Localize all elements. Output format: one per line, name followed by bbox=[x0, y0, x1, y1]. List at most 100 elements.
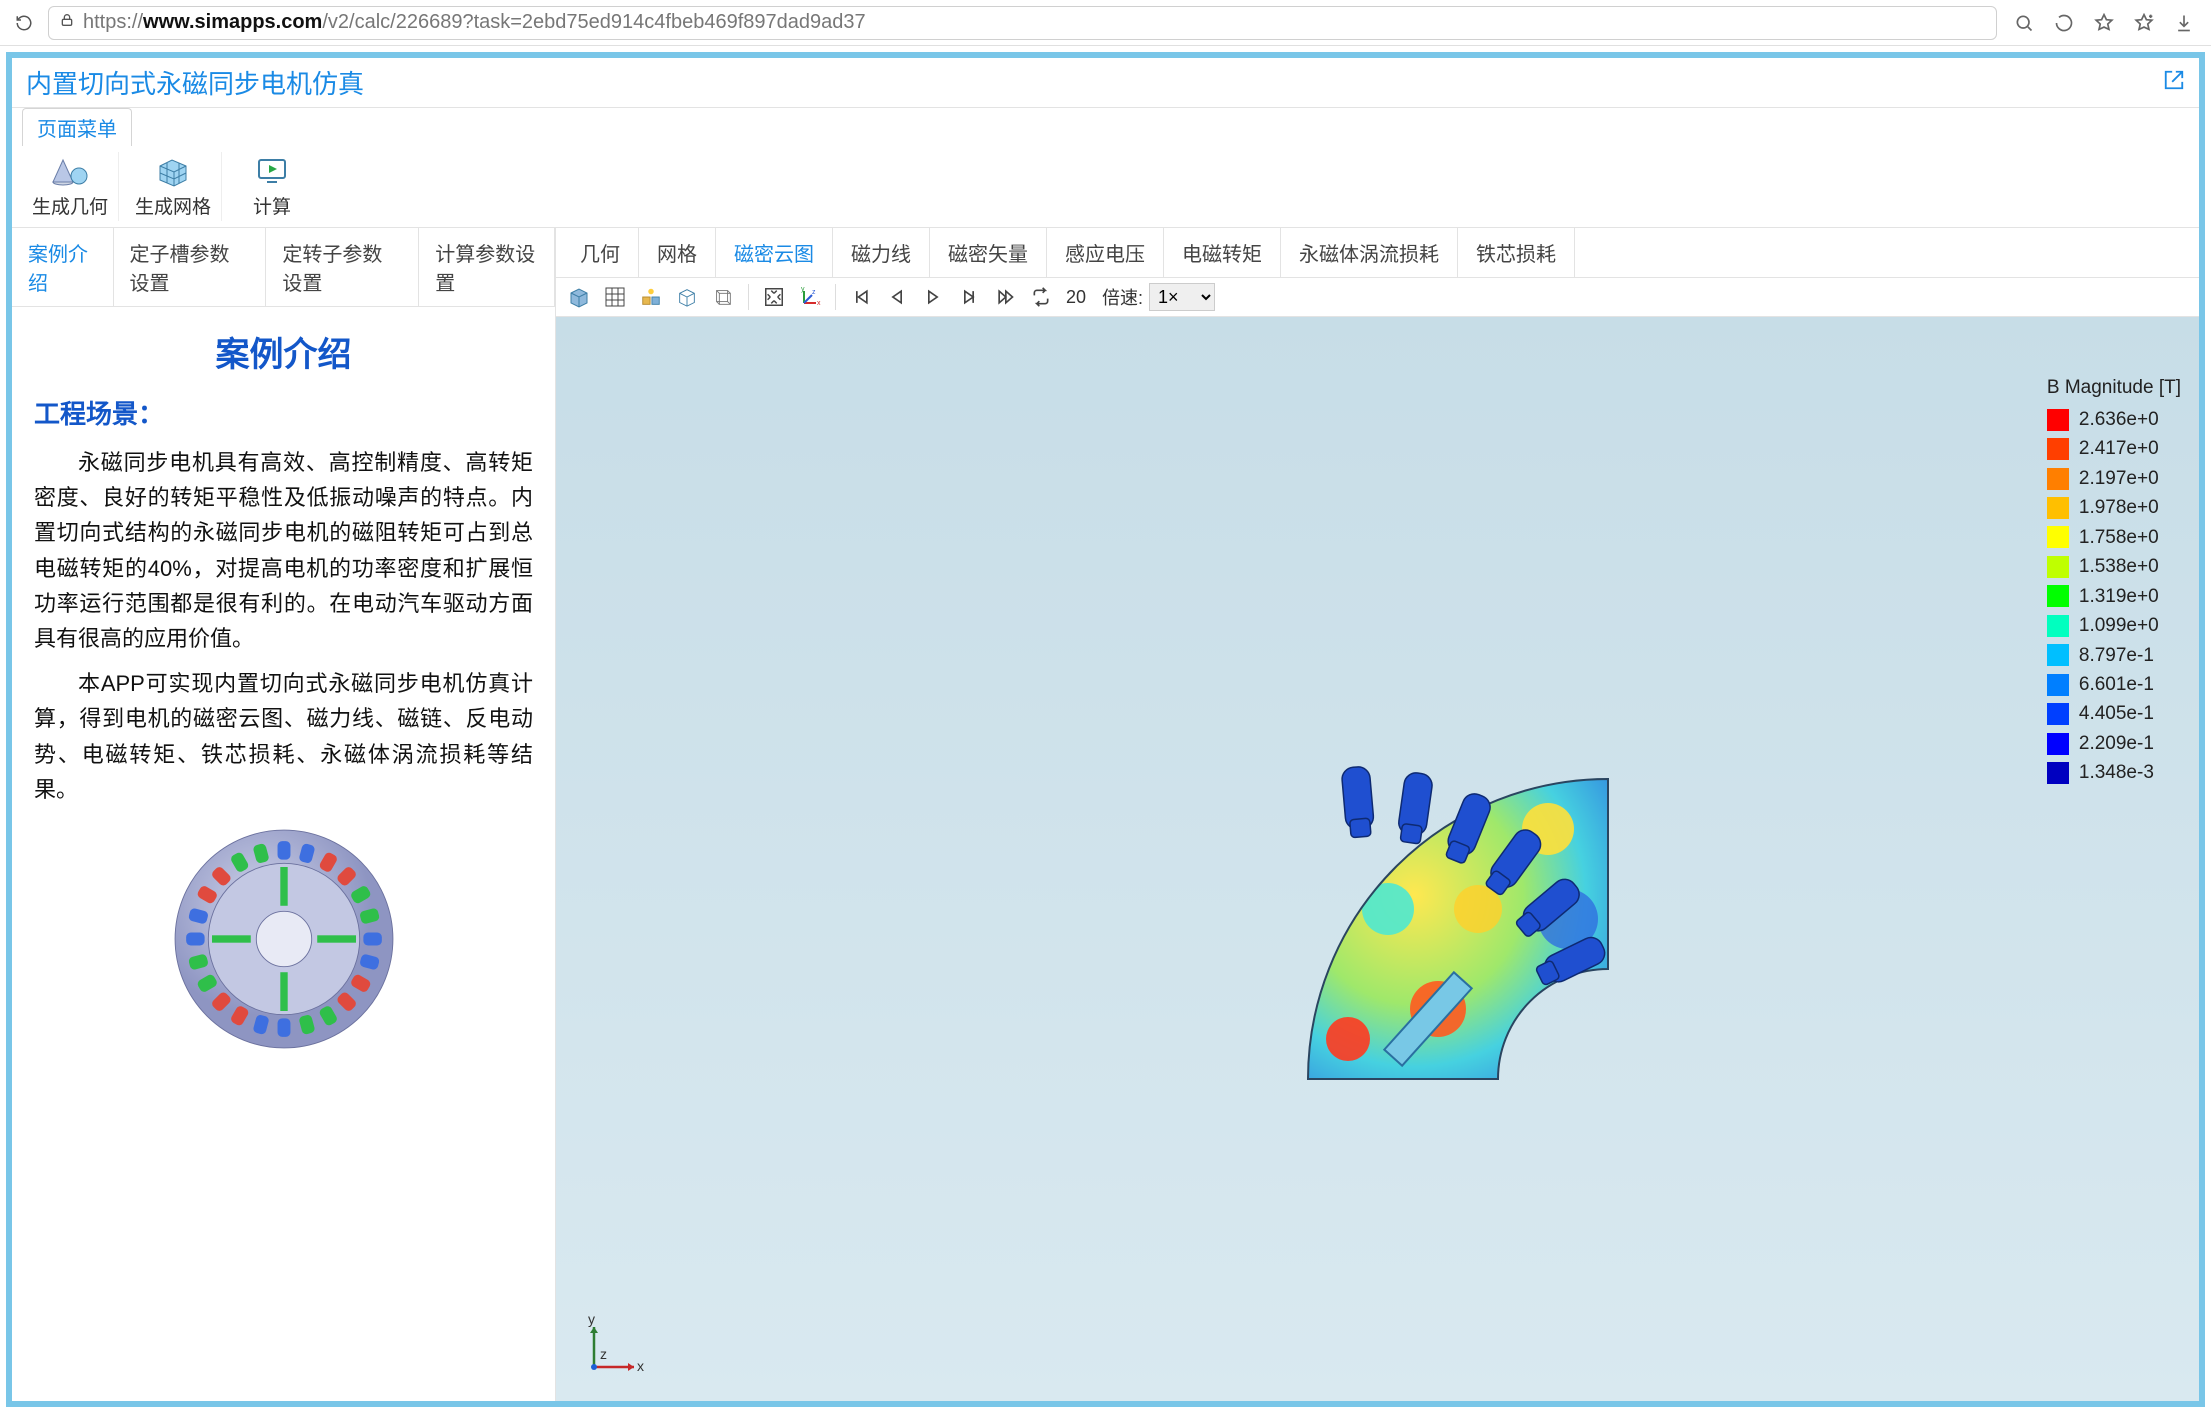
legend-swatch bbox=[2047, 438, 2069, 460]
legend-swatch bbox=[2047, 674, 2069, 696]
legend-row: 8.797e-1 bbox=[2047, 641, 2181, 670]
zoom-extents-icon[interactable] bbox=[759, 282, 789, 312]
legend-value: 1.538e+0 bbox=[2079, 552, 2159, 581]
ribbon-tab-page-menu[interactable]: 页面菜单 bbox=[22, 108, 132, 146]
legend-row: 1.538e+0 bbox=[2047, 552, 2181, 581]
legend-title: B Magnitude [T] bbox=[2047, 377, 2181, 399]
cone-sphere-icon bbox=[49, 154, 91, 188]
browser-address-bar: https://www.simapps.com/v2/calc/226689?t… bbox=[0, 0, 2211, 46]
svg-text:z: z bbox=[600, 1346, 607, 1362]
legend-swatch bbox=[2047, 468, 2069, 490]
rtab-core-loss[interactable]: 铁芯损耗 bbox=[1458, 228, 1575, 277]
refresh-button[interactable] bbox=[10, 9, 38, 37]
svg-text:x: x bbox=[637, 1358, 644, 1374]
legend-value: 1.319e+0 bbox=[2079, 582, 2159, 611]
favorite-star-icon[interactable] bbox=[2091, 10, 2117, 36]
play-first-icon[interactable] bbox=[846, 282, 876, 312]
rtab-emf[interactable]: 感应电压 bbox=[1047, 228, 1164, 277]
rtab-torque[interactable]: 电磁转矩 bbox=[1164, 228, 1281, 277]
left-tab-calc-params[interactable]: 计算参数设置 bbox=[419, 228, 555, 306]
left-tab-rotor-stator[interactable]: 定转子参数设置 bbox=[266, 228, 419, 306]
app-frame: 内置切向式永磁同步电机仿真 页面菜单 生成几何 生成网格 bbox=[6, 52, 2205, 1407]
transparency-icon[interactable] bbox=[672, 282, 702, 312]
svg-text:y: y bbox=[801, 286, 805, 293]
wire-cube-icon[interactable] bbox=[708, 282, 738, 312]
legend-swatch bbox=[2047, 615, 2069, 637]
ribbon: 页面菜单 生成几何 生成网格 计算 bbox=[12, 108, 2199, 228]
legend-value: 2.209e-1 bbox=[2079, 729, 2154, 758]
play-icon[interactable] bbox=[918, 282, 948, 312]
view-cube-icon[interactable] bbox=[564, 282, 594, 312]
rtab-mesh[interactable]: 网格 bbox=[639, 228, 716, 277]
favorites-add-icon[interactable] bbox=[2131, 10, 2157, 36]
ribbon-gen-mesh[interactable]: 生成网格 bbox=[125, 152, 222, 221]
ribbon-compute[interactable]: 计算 bbox=[228, 152, 316, 221]
legend-value: 4.405e-1 bbox=[2079, 699, 2154, 728]
motor-illustration bbox=[34, 819, 533, 1059]
play-last-icon[interactable] bbox=[990, 282, 1020, 312]
speed-select[interactable]: 0.5×1×2×4× bbox=[1149, 283, 1215, 311]
legend-value: 6.601e-1 bbox=[2079, 670, 2154, 699]
ribbon-label: 计算 bbox=[253, 192, 291, 219]
downloads-icon[interactable] bbox=[2171, 10, 2197, 36]
zoom-icon[interactable] bbox=[2011, 10, 2037, 36]
play-prev-icon[interactable] bbox=[882, 282, 912, 312]
legend-row: 1.978e+0 bbox=[2047, 493, 2181, 522]
legend-swatch bbox=[2047, 409, 2069, 431]
reload-icon[interactable] bbox=[2051, 10, 2077, 36]
open-external-icon[interactable] bbox=[2163, 69, 2185, 97]
legend-value: 1.099e+0 bbox=[2079, 611, 2159, 640]
legend-row: 2.417e+0 bbox=[2047, 434, 2181, 463]
section-title: 案例介绍 bbox=[34, 327, 533, 376]
loop-icon[interactable] bbox=[1026, 282, 1056, 312]
left-tab-case-intro[interactable]: 案例介绍 bbox=[12, 228, 114, 306]
legend-value: 1.978e+0 bbox=[2079, 493, 2159, 522]
left-content: 案例介绍 工程场景： 永磁同步电机具有高效、高控制精度、高转矩密度、良好的转矩平… bbox=[12, 307, 555, 1073]
axis-triad-icon[interactable]: y xz bbox=[795, 282, 825, 312]
workspace: 案例介绍 定子槽参数设置 定转子参数设置 计算参数设置 案例介绍 工程场景： 永… bbox=[12, 228, 2199, 1401]
color-legend: B Magnitude [T] 2.636e+02.417e+02.197e+0… bbox=[2047, 377, 2181, 788]
left-tab-stator-slot[interactable]: 定子槽参数设置 bbox=[114, 228, 267, 306]
legend-swatch bbox=[2047, 585, 2069, 607]
legend-row: 2.209e-1 bbox=[2047, 729, 2181, 758]
svg-text:z: z bbox=[812, 289, 816, 296]
subsection-title: 工程场景： bbox=[34, 394, 533, 431]
rtab-pm-eddy[interactable]: 永磁体涡流损耗 bbox=[1281, 228, 1458, 277]
rtab-b-cloud[interactable]: 磁密云图 bbox=[716, 228, 833, 277]
legend-row: 1.319e+0 bbox=[2047, 582, 2181, 611]
legend-row: 2.636e+0 bbox=[2047, 405, 2181, 434]
legend-value: 1.348e-3 bbox=[2079, 758, 2154, 787]
rtab-flux-lines[interactable]: 磁力线 bbox=[833, 228, 930, 277]
legend-row: 4.405e-1 bbox=[2047, 699, 2181, 728]
svg-text:y: y bbox=[588, 1312, 595, 1327]
lock-icon bbox=[59, 12, 75, 33]
legend-swatch bbox=[2047, 526, 2069, 548]
svg-text:x: x bbox=[817, 300, 821, 307]
app-title: 内置切向式永磁同步电机仿真 bbox=[26, 64, 364, 101]
legend-row: 6.601e-1 bbox=[2047, 670, 2181, 699]
scene-light-icon[interactable] bbox=[636, 282, 666, 312]
legend-swatch bbox=[2047, 497, 2069, 519]
right-panel: 几何 网格 磁密云图 磁力线 磁密矢量 感应电压 电磁转矩 永磁体涡流损耗 铁芯… bbox=[556, 228, 2199, 1401]
rtab-geometry[interactable]: 几何 bbox=[562, 228, 639, 277]
play-next-icon[interactable] bbox=[954, 282, 984, 312]
viewport[interactable]: B Magnitude [T] 2.636e+02.417e+02.197e+0… bbox=[556, 317, 2199, 1401]
left-tabs: 案例介绍 定子槽参数设置 定转子参数设置 计算参数设置 bbox=[12, 228, 555, 307]
browser-actions bbox=[2007, 10, 2201, 36]
url-field[interactable]: https://www.simapps.com/v2/calc/226689?t… bbox=[48, 6, 1997, 40]
ribbon-gen-geom[interactable]: 生成几何 bbox=[22, 152, 119, 221]
grid-icon[interactable] bbox=[600, 282, 630, 312]
ribbon-label: 生成网格 bbox=[135, 192, 211, 219]
intro-paragraph-2: 本APP可实现内置切向式永磁同步电机仿真计算，得到电机的磁密云图、磁力线、磁链、… bbox=[34, 666, 533, 807]
legend-value: 2.197e+0 bbox=[2079, 464, 2159, 493]
rtab-b-vector[interactable]: 磁密矢量 bbox=[930, 228, 1047, 277]
viewport-toolbar: yxz 20 倍速: 0.5×1×2×4× bbox=[556, 278, 2199, 317]
legend-value: 2.636e+0 bbox=[2079, 405, 2159, 434]
legend-swatch bbox=[2047, 644, 2069, 666]
legend-row: 2.197e+0 bbox=[2047, 464, 2181, 493]
speed-label: 倍速: bbox=[1102, 284, 1143, 310]
play-monitor-icon bbox=[251, 154, 293, 188]
legend-swatch bbox=[2047, 762, 2069, 784]
axis-triad: x y z bbox=[574, 1312, 654, 1387]
intro-paragraph-1: 永磁同步电机具有高效、高控制精度、高转矩密度、良好的转矩平稳性及低振动噪声的特点… bbox=[34, 445, 533, 656]
